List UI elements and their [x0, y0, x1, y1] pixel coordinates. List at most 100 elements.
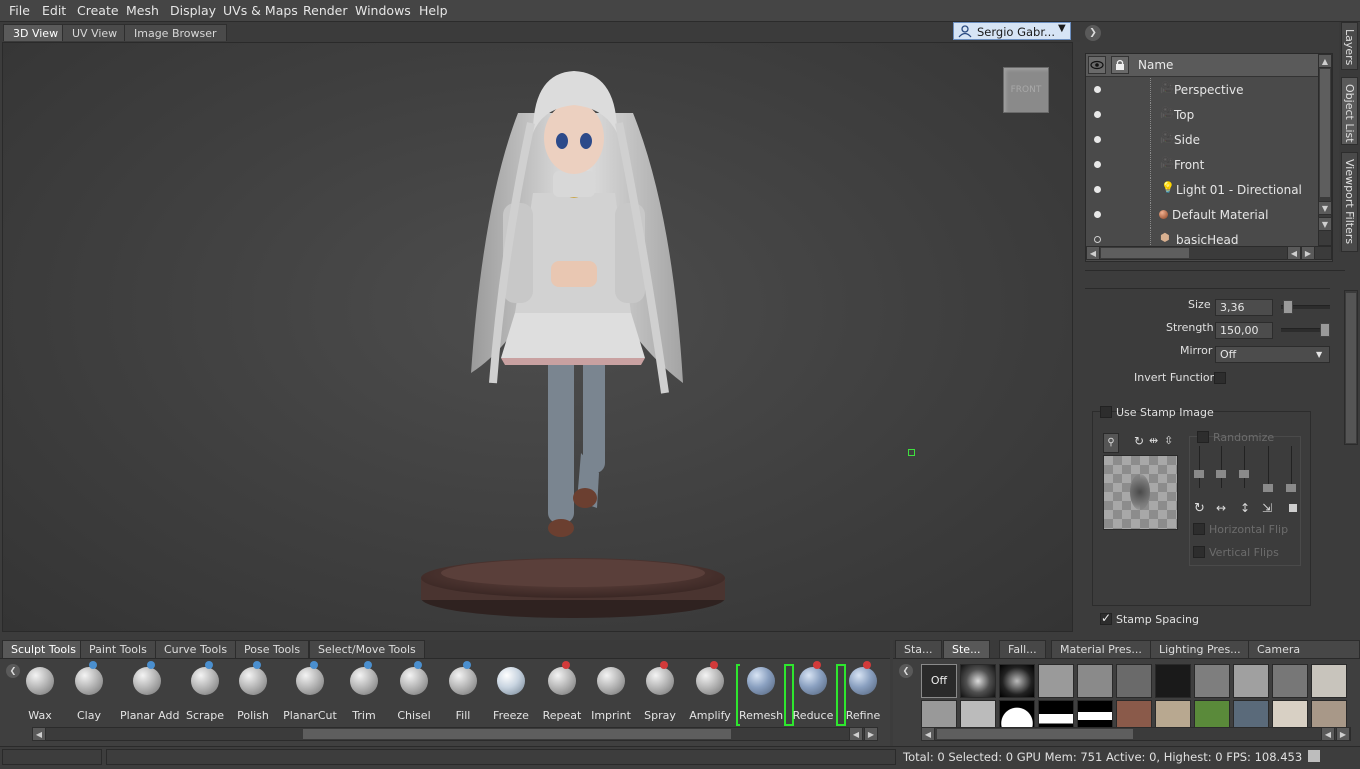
random-slider-handle[interactable]	[1239, 470, 1249, 478]
object-list-vscrollbar[interactable]: ▲ ▼ ▼	[1318, 54, 1332, 246]
menu-uvs-maps[interactable]: UVs & Maps	[223, 3, 298, 18]
scroll-right-icon[interactable]: ▶	[1301, 246, 1315, 260]
tab-3d-view[interactable]: 3D View	[3, 24, 69, 41]
menu-mesh[interactable]: Mesh	[126, 3, 159, 18]
flip-vertical-icon[interactable]: ⇳	[1164, 434, 1173, 447]
list-item[interactable]: Default Material	[1086, 203, 1318, 228]
list-item[interactable]: 🎥 Perspective	[1086, 78, 1318, 103]
scroll-left-icon[interactable]: ❮	[899, 664, 913, 678]
visibility-dot[interactable]	[1094, 236, 1101, 243]
stencil-thumb[interactable]	[999, 664, 1035, 698]
expand-arrow-icon[interactable]: ❯	[1085, 25, 1101, 41]
strength-slider-handle[interactable]	[1320, 323, 1330, 337]
invert-function-checkbox[interactable]	[1214, 372, 1226, 384]
mirror-select[interactable]: Off ▼	[1215, 346, 1330, 363]
menu-render[interactable]: Render	[303, 3, 348, 18]
visibility-dot[interactable]	[1094, 161, 1101, 168]
scroll-left-icon[interactable]: ◀	[32, 727, 46, 741]
tab-layers[interactable]: Layers	[1341, 22, 1358, 70]
tool-fill[interactable]: Fill	[436, 661, 490, 722]
tab-lighting-presets[interactable]: Lighting Pres...	[1150, 640, 1250, 658]
random-slider[interactable]	[1221, 446, 1222, 488]
tool-scrape[interactable]: Scrape	[178, 661, 232, 722]
tab-image-browser[interactable]: Image Browser	[124, 24, 227, 41]
brush-pick-icon[interactable]: ⚲	[1103, 433, 1119, 453]
tab-pose-tools[interactable]: Pose Tools	[235, 640, 310, 658]
menu-help[interactable]: Help	[419, 3, 448, 18]
tab-sculpt-tools[interactable]: Sculpt Tools	[2, 640, 85, 658]
tab-camera-bookmarks[interactable]: Camera Bookma...	[1248, 640, 1360, 673]
tab-object-list[interactable]: Object List	[1341, 77, 1358, 145]
random-slider[interactable]	[1199, 446, 1200, 488]
view-cube[interactable]: FRONT	[1003, 67, 1049, 113]
list-item[interactable]: 🎥 Side	[1086, 128, 1318, 153]
stencil-off[interactable]: Off	[921, 664, 957, 698]
properties-vscrollbar[interactable]	[1344, 290, 1358, 445]
scroll-up-icon[interactable]: ▲	[1318, 54, 1332, 68]
object-list-hscrollbar[interactable]: ◀ ◀ ▶	[1086, 246, 1332, 260]
scroll-thumb[interactable]	[1101, 248, 1189, 258]
list-item[interactable]: 🎥 Top	[1086, 103, 1318, 128]
stencil-thumb[interactable]	[1038, 664, 1074, 698]
user-dropdown[interactable]: Sergio Gabr... ▼	[953, 22, 1071, 40]
menu-file[interactable]: File	[9, 3, 30, 18]
tool-polish[interactable]: Polish	[226, 661, 280, 722]
list-item[interactable]: 💡 Light 01 - Directional	[1086, 178, 1318, 203]
random-slider[interactable]	[1268, 446, 1269, 488]
tab-select-move-tools[interactable]: Select/Move Tools	[309, 640, 425, 658]
use-stamp-image-checkbox[interactable]	[1100, 406, 1112, 418]
flip-horizontal-icon[interactable]: ⇹	[1149, 434, 1158, 447]
stencil-thumb[interactable]	[1116, 664, 1152, 698]
visibility-dot[interactable]	[1094, 211, 1101, 218]
scroll-left-icon[interactable]: ◀	[849, 727, 863, 741]
list-item[interactable]: 🎥 Front	[1086, 153, 1318, 178]
scroll-right-icon[interactable]: ▶	[864, 727, 878, 741]
scroll-left-icon[interactable]: ◀	[1321, 727, 1335, 741]
tool-trim[interactable]: Trim	[337, 661, 391, 722]
tab-stencils[interactable]: Ste...	[943, 640, 990, 658]
size-slider-handle[interactable]	[1283, 300, 1293, 314]
random-slider-handle[interactable]	[1194, 470, 1204, 478]
stamp-spacing-checkbox[interactable]	[1100, 611, 1112, 625]
tool-repeat[interactable]: Repeat	[535, 661, 589, 722]
tool-clay[interactable]: Clay	[62, 661, 116, 722]
stencil-thumb[interactable]	[1233, 664, 1269, 698]
random-slider-handle[interactable]	[1263, 484, 1273, 492]
visibility-dot[interactable]	[1094, 86, 1101, 93]
strength-input[interactable]: 150,00	[1215, 322, 1273, 339]
stamp-image-preview[interactable]	[1103, 455, 1178, 530]
tool-amplify[interactable]: Amplify	[683, 661, 737, 722]
lock-icon[interactable]	[1111, 56, 1129, 74]
stencil-thumb[interactable]	[1155, 664, 1191, 698]
random-slider-handle[interactable]	[1216, 470, 1226, 478]
random-slider[interactable]	[1291, 446, 1292, 488]
tool-wax[interactable]: Wax	[13, 667, 67, 722]
scroll-down-icon[interactable]: ▼	[1318, 217, 1332, 231]
stencil-thumb[interactable]	[1194, 664, 1230, 698]
list-item[interactable]: ⬢ basicHead	[1086, 228, 1318, 246]
size-input[interactable]: 3,36	[1215, 299, 1273, 316]
toolbar-hscrollbar[interactable]: ◀ ◀ ▶	[32, 727, 878, 741]
scroll-thumb[interactable]	[303, 729, 731, 739]
tool-planar-add[interactable]: Planar Add	[120, 661, 179, 722]
tool-planarcut[interactable]: PlanarCut	[283, 661, 337, 722]
tab-material-presets[interactable]: Material Pres...	[1051, 640, 1151, 658]
tool-refine[interactable]: Refine	[836, 661, 890, 722]
visibility-dot[interactable]	[1094, 186, 1101, 193]
scroll-down-icon[interactable]: ▼	[1318, 201, 1332, 215]
tab-falloff[interactable]: Fall...	[999, 640, 1046, 658]
stencil-thumb[interactable]	[1077, 664, 1113, 698]
tab-uv-view[interactable]: UV View	[62, 24, 128, 41]
tab-stamps[interactable]: Sta...	[895, 640, 942, 658]
menu-edit[interactable]: Edit	[42, 3, 66, 18]
stencil-thumb[interactable]	[1311, 664, 1347, 698]
scroll-left-icon[interactable]: ◀	[1287, 246, 1301, 260]
scroll-right-icon[interactable]: ▶	[1336, 727, 1350, 741]
scroll-left-icon[interactable]: ◀	[921, 727, 935, 741]
scroll-thumb[interactable]	[1320, 69, 1330, 197]
3d-viewport[interactable]: FRONT	[2, 42, 1073, 632]
vertical-flips-checkbox[interactable]	[1193, 546, 1205, 558]
tab-curve-tools[interactable]: Curve Tools	[155, 640, 237, 658]
tool-freeze[interactable]: Freeze	[484, 667, 538, 722]
tool-spray[interactable]: Spray	[633, 661, 687, 722]
